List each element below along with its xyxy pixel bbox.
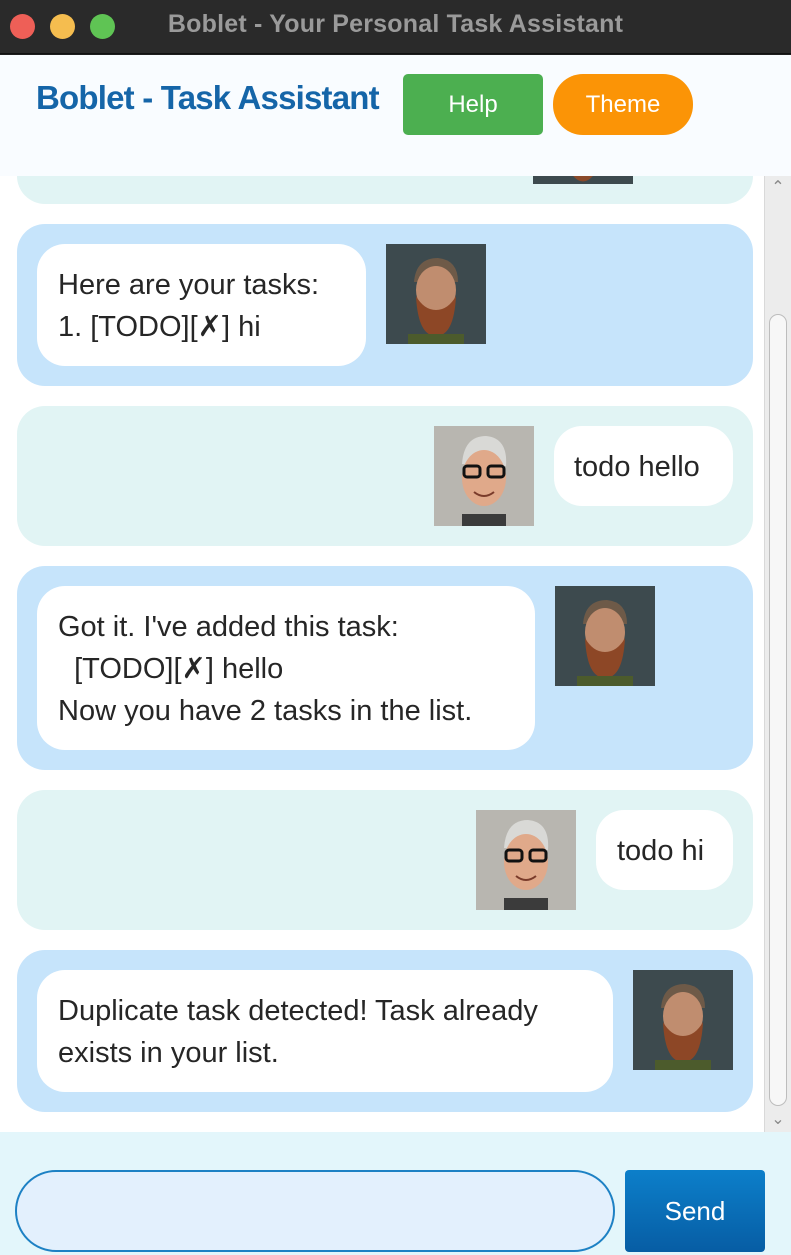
user-message-bubble: todo hi	[596, 810, 733, 890]
bearded-man-avatar-icon	[555, 586, 655, 686]
theme-button[interactable]: Theme	[553, 74, 693, 135]
app-heading: Boblet - Task Assistant	[36, 79, 380, 116]
scrollbar-thumb[interactable]	[769, 314, 787, 1106]
scroll-up-icon[interactable]: ⌃	[770, 180, 786, 196]
app-window: Boblet - Task Assistant Help Theme Here …	[0, 55, 791, 1255]
message-row-bot: Duplicate task detected! Task already ex…	[17, 950, 753, 1112]
bearded-man-avatar-icon	[533, 176, 633, 184]
window-titlebar: Boblet - Your Personal Task Assistant	[0, 0, 791, 54]
bot-message-bubble: Here are your tasks: 1. [TODO][✗] hi	[37, 244, 366, 366]
bearded-man-avatar-icon	[386, 244, 486, 344]
message-row-user: todo hi	[17, 790, 753, 930]
app-header: Boblet - Task Assistant Help Theme	[0, 55, 791, 176]
message-row-user: todo hello	[17, 406, 753, 546]
bot-message-bubble: Duplicate task detected! Task already ex…	[37, 970, 613, 1092]
scroll-down-icon[interactable]: ⌄	[770, 1112, 786, 1128]
chat-scrollbar[interactable]: ⌃ ⌄	[764, 176, 791, 1132]
help-button[interactable]: Help	[403, 74, 543, 135]
window-title: Boblet - Your Personal Task Assistant	[167, 10, 624, 38]
input-bar: Send	[0, 1132, 791, 1255]
message-input[interactable]	[15, 1170, 615, 1252]
message-row-bot: Got it. I've added this task: [TODO][✗] …	[17, 566, 753, 770]
chat-scroll-area[interactable]: Here are your tasks: 1. [TODO][✗] hi tod…	[0, 176, 764, 1132]
bot-message-bubble: Got it. I've added this task: [TODO][✗] …	[37, 586, 535, 750]
message-row-partial	[17, 176, 753, 204]
send-button[interactable]: Send	[625, 1170, 765, 1252]
glasses-man-avatar-icon	[476, 810, 576, 910]
glasses-man-avatar-icon	[434, 426, 534, 526]
bearded-man-avatar-icon	[633, 970, 733, 1070]
message-row-bot: Here are your tasks: 1. [TODO][✗] hi	[17, 224, 753, 386]
user-message-bubble: todo hello	[554, 426, 733, 506]
